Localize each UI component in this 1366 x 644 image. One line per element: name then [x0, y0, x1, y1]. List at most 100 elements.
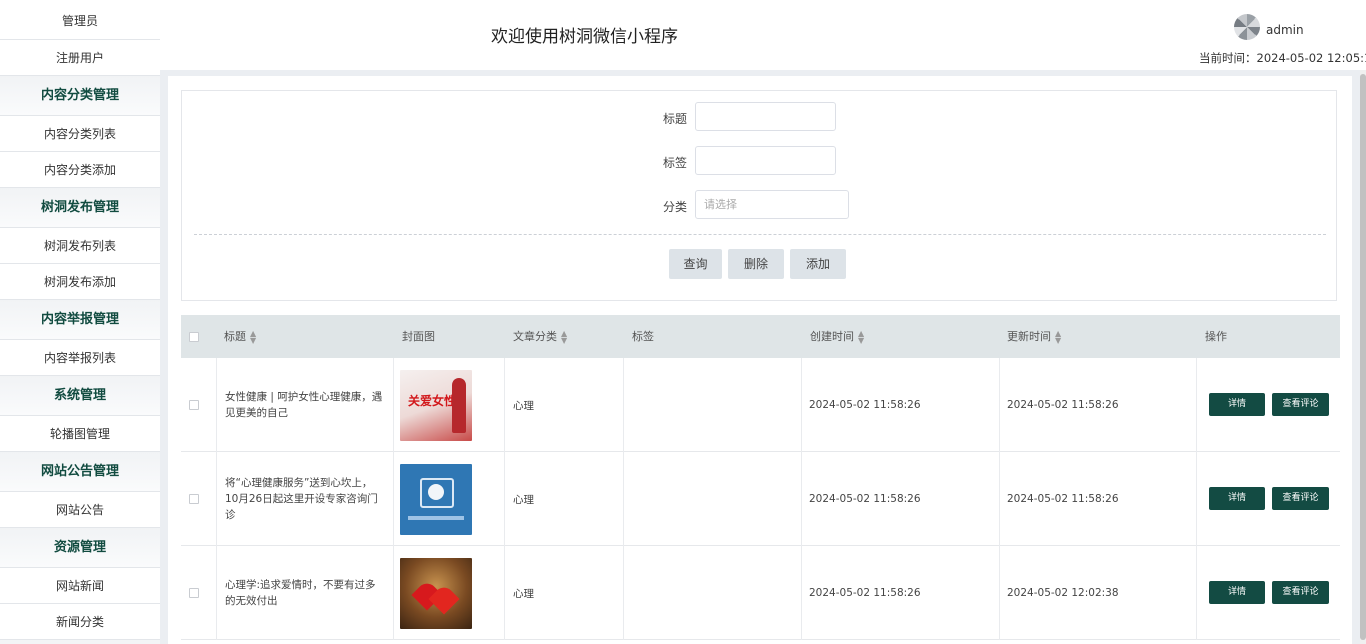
query-button[interactable]: 查询 [669, 249, 722, 279]
cell-title: 女性健康 | 呵护女性心理健康，遇见更美的自己 [216, 358, 394, 452]
sidebar-group[interactable]: 内容举报管理 [0, 300, 160, 340]
cover-image: 关爱女性 [400, 369, 472, 441]
detail-button[interactable]: 详情 [1209, 487, 1265, 510]
detail-button[interactable]: 详情 [1209, 393, 1265, 416]
row-created: 2024-05-02 11:58:26 [809, 587, 921, 599]
view-comments-button[interactable]: 查看评论 [1272, 581, 1329, 604]
row-updated: 2024-05-02 12:02:38 [1007, 587, 1119, 599]
sort-icon: ▲ ▼ [858, 329, 865, 345]
cell-cover [394, 452, 505, 546]
table-row[interactable]: 将“心理健康服务”送到心坎上，10月26日起这里开设专家咨询门诊 心理 2024-0… [181, 452, 1340, 546]
select-all-checkbox[interactable] [189, 332, 199, 342]
cell-cover [394, 546, 505, 640]
row-checkbox[interactable] [189, 588, 199, 598]
col-created[interactable]: 创建时间 ▲ ▼ [810, 315, 864, 358]
sidebar-item[interactable]: 内容分类添加 [0, 152, 160, 188]
tag-label: 标签 [662, 156, 687, 170]
sidebar-item[interactable]: 内容举报列表 [0, 340, 160, 376]
add-button[interactable]: 添加 [790, 249, 846, 279]
top-header: 欢迎使用树洞微信小程序 admin 当前时间：2024-05-02 12:05:… [160, 0, 1366, 70]
sidebar-item[interactable]: 管理员 [0, 0, 160, 40]
col-updated[interactable]: 更新时间 ▲ ▼ [1007, 315, 1061, 358]
row-updated: 2024-05-02 11:58:26 [1007, 399, 1119, 411]
sidebar-item[interactable]: 网站新闻 [0, 568, 160, 604]
detail-button[interactable]: 详情 [1209, 581, 1265, 604]
row-updated: 2024-05-02 11:58:26 [1007, 493, 1119, 505]
delete-button[interactable]: 删除 [728, 249, 784, 279]
col-title-label: 标题 [224, 330, 246, 343]
row-category: 心理 [513, 399, 534, 412]
sidebar-item[interactable]: 轮播图管理 [0, 416, 160, 452]
main-area: 标题 标签 分类 请选择 查询 删除 添加 标题 ▲ ▼ 封面图 文章分类 ▲ ▼ 标签… [160, 70, 1366, 644]
col-category[interactable]: 文章分类 ▲ ▼ [513, 315, 567, 358]
sidebar-group[interactable]: 资源管理 [0, 528, 160, 568]
cell-category: 心理 [505, 452, 624, 546]
cell-created: 2024-05-02 11:58:26 [802, 546, 1000, 640]
sidebar-item[interactable]: 树洞发布添加 [0, 264, 160, 300]
username[interactable]: admin [1266, 23, 1304, 37]
col-cover: 封面图 [402, 330, 435, 343]
table-row[interactable]: 心理学:追求爱情时，不要有过多的无效付出 心理 2024-05-02 11:58:2… [181, 546, 1340, 640]
row-checkbox[interactable] [189, 494, 199, 504]
col-title[interactable]: 标题 ▲ ▼ [224, 315, 256, 358]
sidebar-item[interactable]: 网站公告 [0, 492, 160, 528]
sidebar-group[interactable]: 内容分类管理 [0, 76, 160, 116]
sidebar-item[interactable]: 内容分类列表 [0, 116, 160, 152]
row-title: 心理学:追求爱情时，不要有过多的无效付出 [225, 579, 376, 607]
cell-title: 将“心理健康服务”送到心坎上，10月26日起这里开设专家咨询门诊 [216, 452, 394, 546]
scrollbar-thumb[interactable] [1360, 74, 1366, 640]
col-category-label: 文章分类 [513, 330, 557, 343]
cell-category: 心理 [505, 358, 624, 452]
tag-input[interactable] [695, 146, 836, 175]
sidebar-group[interactable]: 树洞发布管理 [0, 188, 160, 228]
title-label: 标题 [662, 112, 687, 126]
row-category: 心理 [513, 587, 534, 600]
title-input[interactable] [695, 102, 836, 131]
view-comments-button[interactable]: 查看评论 [1272, 487, 1329, 510]
cover-caption: 关爱女性 [408, 393, 457, 408]
sidebar: 管理员 注册用户 内容分类管理 内容分类列表 内容分类添加 树洞发布管理 树洞发布列表 树洞发… [0, 0, 160, 644]
col-tags: 标签 [632, 330, 654, 343]
cell-created: 2024-05-02 11:58:26 [802, 452, 1000, 546]
avatar[interactable] [1234, 14, 1260, 40]
cell-updated: 2024-05-02 12:02:38 [1000, 546, 1197, 640]
content-panel: 标题 标签 分类 请选择 查询 删除 添加 标题 ▲ ▼ 封面图 文章分类 ▲ ▼ 标签… [168, 76, 1352, 644]
sidebar-group[interactable]: 网站公告管理 [0, 452, 160, 492]
view-comments-button[interactable]: 查看评论 [1272, 393, 1329, 416]
sidebar-group[interactable]: 系统管理 [0, 376, 160, 416]
cell-cover: 关爱女性 [394, 358, 505, 452]
sidebar-item[interactable]: 树洞发布列表 [0, 228, 160, 264]
page-title: 欢迎使用树洞微信小程序 [491, 27, 678, 47]
category-select[interactable]: 请选择 [695, 190, 849, 219]
col-created-label: 创建时间 [810, 330, 854, 343]
sort-icon: ▲ ▼ [1055, 329, 1062, 345]
sidebar-item[interactable]: 注册用户 [0, 40, 160, 76]
table-header: 标题 ▲ ▼ 封面图 文章分类 ▲ ▼ 标签 创建时间 ▲ ▼ 更新时间 ▲ ▼ 操作 [181, 315, 1340, 358]
cell-created: 2024-05-02 11:58:26 [802, 358, 1000, 452]
row-checkbox[interactable] [189, 400, 199, 410]
table-row[interactable]: 女性健康 | 呵护女性心理健康，遇见更美的自己 关爱女性 心理 2024-05-02 … [181, 358, 1340, 452]
row-created: 2024-05-02 11:58:26 [809, 493, 921, 505]
search-form: 标题 标签 分类 请选择 查询 删除 添加 [181, 90, 1337, 301]
sort-icon: ▲ ▼ [250, 329, 257, 345]
row-category: 心理 [513, 493, 534, 506]
col-actions: 操作 [1205, 330, 1227, 343]
row-title: 女性健康 | 呵护女性心理健康，遇见更美的自己 [225, 391, 383, 419]
cell-title: 心理学:追求爱情时，不要有过多的无效付出 [216, 546, 394, 640]
col-updated-label: 更新时间 [1007, 330, 1051, 343]
cover-image [400, 557, 472, 629]
cell-updated: 2024-05-02 11:58:26 [1000, 358, 1197, 452]
form-divider [194, 234, 1326, 235]
cell-category: 心理 [505, 546, 624, 640]
time-label: 当前时间： [1199, 51, 1257, 65]
time-value: 2024-05-02 12:05:15 [1256, 51, 1366, 65]
sort-icon: ▲ ▼ [561, 329, 568, 345]
cell-tags [624, 452, 802, 546]
sidebar-item[interactable]: 新闻分类 [0, 604, 160, 640]
data-table: 标题 ▲ ▼ 封面图 文章分类 ▲ ▼ 标签 创建时间 ▲ ▼ 更新时间 ▲ ▼ 操作 女性健康… [181, 315, 1340, 644]
cell-tags [624, 358, 802, 452]
category-label: 分类 [662, 200, 687, 214]
cell-tags [624, 546, 802, 640]
current-time: 当前时间：2024-05-02 12:05:15 [1199, 50, 1366, 66]
row-created: 2024-05-02 11:58:26 [809, 399, 921, 411]
